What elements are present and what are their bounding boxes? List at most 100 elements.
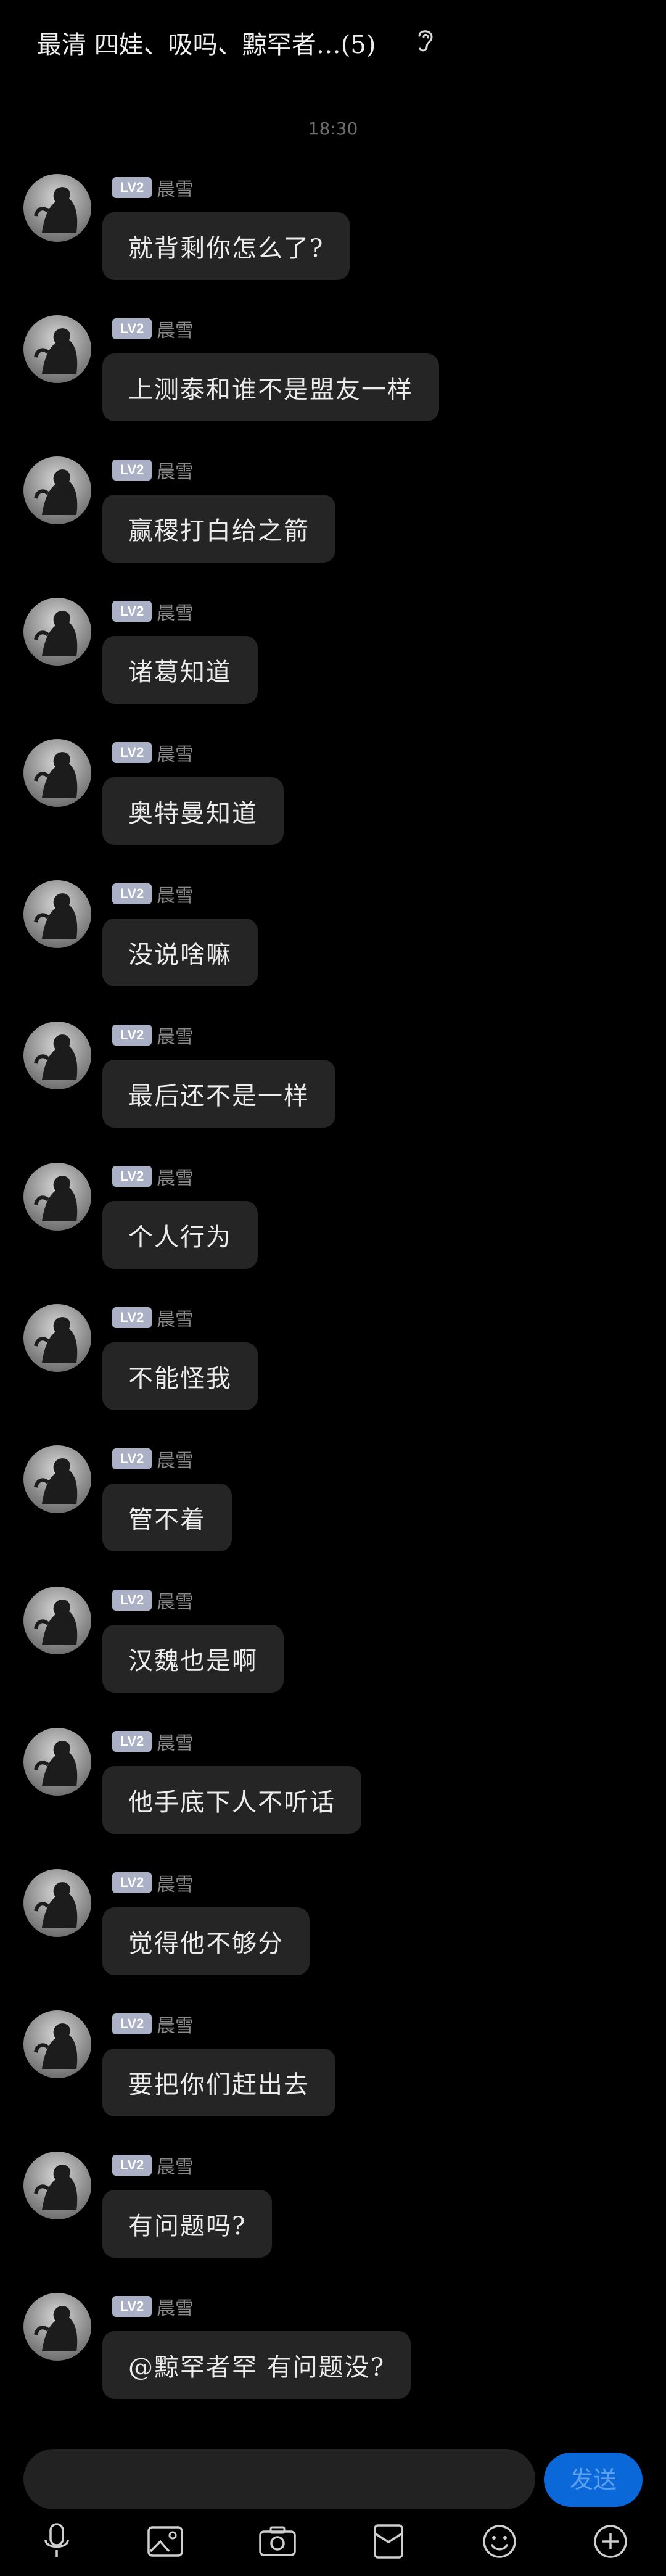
sender-info: LV2 晨雪: [112, 1869, 194, 1896]
avatar[interactable]: [23, 2010, 91, 2078]
level-badge: LV2: [112, 1872, 152, 1893]
chat-toolbar: [0, 2517, 666, 2576]
message-bubble[interactable]: 就背剩你怎么了?: [102, 212, 350, 280]
sender-name[interactable]: 晨雪: [157, 2152, 194, 2179]
sender-info: LV2 晨雪: [112, 1728, 194, 1754]
message-bubble[interactable]: 上测泰和谁不是盟友一样: [102, 353, 439, 421]
level-badge: LV2: [112, 1590, 152, 1611]
avatar[interactable]: [23, 2293, 91, 2361]
level-badge: LV2: [112, 2296, 152, 2317]
message-bubble[interactable]: 赢稷打白给之箭: [102, 495, 335, 563]
sender-name[interactable]: 晨雪: [157, 456, 194, 484]
message-bubble[interactable]: 他手底下人不听话: [102, 1766, 361, 1834]
avatar[interactable]: [23, 1445, 91, 1513]
avatar[interactable]: [23, 1304, 91, 1372]
camera-icon[interactable]: [253, 2517, 302, 2566]
sender-name[interactable]: 晨雪: [157, 1587, 194, 1614]
sender-name[interactable]: 晨雪: [157, 1445, 194, 1472]
message-row: LV2 晨雪个人行为: [0, 1163, 666, 1286]
message-bubble[interactable]: 要把你们赶出去: [102, 2049, 335, 2116]
message-row: LV2 晨雪诸葛知道: [0, 598, 666, 721]
message-row: LV2 晨雪上测泰和谁不是盟友一样: [0, 315, 666, 439]
message-bubble[interactable]: 管不着: [102, 1484, 232, 1551]
message-bubble[interactable]: 觉得他不够分: [102, 1907, 310, 1975]
avatar[interactable]: [23, 315, 91, 383]
avatar[interactable]: [23, 1587, 91, 1654]
sender-info: LV2 晨雪: [112, 739, 194, 766]
red-packet-icon[interactable]: [364, 2517, 413, 2566]
sender-name[interactable]: 晨雪: [157, 739, 194, 766]
sender-name[interactable]: 晨雪: [157, 2010, 194, 2037]
send-button[interactable]: 发送: [544, 2453, 643, 2507]
sender-name[interactable]: 晨雪: [157, 598, 194, 625]
plus-icon[interactable]: [586, 2517, 635, 2566]
message-row: LV2 晨雪 @黥罕者罕 有问题没?: [0, 2293, 666, 2416]
avatar[interactable]: [23, 456, 91, 524]
avatar[interactable]: [23, 174, 91, 242]
sender-name[interactable]: 晨雪: [157, 174, 194, 201]
message-row: LV2 晨雪最后还不是一样: [0, 1022, 666, 1145]
avatar[interactable]: [23, 1869, 91, 1937]
sender-info: LV2 晨雪: [112, 2010, 194, 2037]
message-timestamp: 18:30: [308, 118, 358, 139]
ear-icon[interactable]: [414, 27, 435, 53]
message-row: LV2 晨雪没说啥嘛: [0, 880, 666, 1004]
sender-name[interactable]: 晨雪: [157, 1304, 194, 1331]
sender-name[interactable]: 晨雪: [157, 1728, 194, 1755]
message-input[interactable]: [23, 2449, 535, 2509]
level-badge: LV2: [112, 1166, 152, 1187]
sender-info: LV2 晨雪: [112, 1022, 194, 1048]
level-badge: LV2: [112, 2155, 152, 2176]
level-badge: LV2: [112, 318, 152, 339]
level-badge: LV2: [112, 1025, 152, 1046]
level-badge: LV2: [112, 1731, 152, 1752]
sender-info: LV2 晨雪: [112, 315, 194, 342]
sender-info: LV2 晨雪: [112, 1163, 194, 1189]
message-bubble[interactable]: 奥特曼知道: [102, 777, 284, 845]
avatar[interactable]: [23, 2152, 91, 2219]
level-badge: LV2: [112, 883, 152, 904]
image-icon[interactable]: [141, 2517, 190, 2566]
level-badge: LV2: [112, 1307, 152, 1328]
sender-info: LV2 晨雪: [112, 598, 194, 624]
message-row: LV2 晨雪汉魏也是啊: [0, 1587, 666, 1710]
avatar[interactable]: [23, 880, 91, 948]
message-bubble[interactable]: 个人行为: [102, 1201, 258, 1269]
avatar[interactable]: [23, 739, 91, 807]
sender-name[interactable]: 晨雪: [157, 1163, 194, 1190]
message-bubble[interactable]: 诸葛知道: [102, 636, 258, 704]
message-row: LV2 晨雪赢稷打白给之箭: [0, 456, 666, 580]
message-bubble[interactable]: 没说啥嘛: [102, 919, 258, 986]
avatar[interactable]: [23, 1163, 91, 1231]
avatar[interactable]: [23, 1022, 91, 1089]
chat-title[interactable]: 最清 四娃、吸吗、黥罕者…(5): [37, 25, 376, 60]
message-bubble[interactable]: 汉魏也是啊: [102, 1625, 284, 1693]
level-badge: LV2: [112, 460, 152, 481]
message-row: LV2 晨雪他手底下人不听话: [0, 1728, 666, 1851]
emoji-icon[interactable]: [475, 2517, 524, 2566]
sender-info: LV2 晨雪: [112, 1445, 194, 1472]
message-row: LV2 晨雪有问题吗?: [0, 2152, 666, 2275]
sender-name[interactable]: 晨雪: [157, 315, 194, 342]
message-bubble[interactable]: 不能怪我: [102, 1342, 258, 1410]
sender-name[interactable]: 晨雪: [157, 1869, 194, 1896]
level-badge: LV2: [112, 742, 152, 763]
sender-name[interactable]: 晨雪: [157, 880, 194, 907]
message-bubble[interactable]: 有问题吗?: [102, 2190, 273, 2258]
sender-info: LV2 晨雪: [112, 1304, 194, 1331]
message-bubble[interactable]: 最后还不是一样: [102, 1060, 335, 1128]
sender-name[interactable]: 晨雪: [157, 1022, 194, 1049]
avatar[interactable]: [23, 1728, 91, 1796]
sender-info: LV2 晨雪: [112, 2152, 194, 2178]
microphone-icon[interactable]: [32, 2517, 81, 2566]
sender-info: LV2 晨雪: [112, 2293, 194, 2319]
sender-name[interactable]: 晨雪: [157, 2293, 194, 2320]
sender-info: LV2 晨雪: [112, 880, 194, 907]
message-bubble[interactable]: @黥罕者罕 有问题没?: [102, 2331, 411, 2399]
message-row: LV2 晨雪 就背剩你怎么了?: [0, 174, 666, 297]
level-badge: LV2: [112, 2013, 152, 2034]
avatar[interactable]: [23, 598, 91, 666]
message-row: LV2 晨雪奥特曼知道: [0, 739, 666, 862]
sender-info: LV2 晨雪: [112, 1587, 194, 1613]
level-badge: LV2: [112, 601, 152, 622]
